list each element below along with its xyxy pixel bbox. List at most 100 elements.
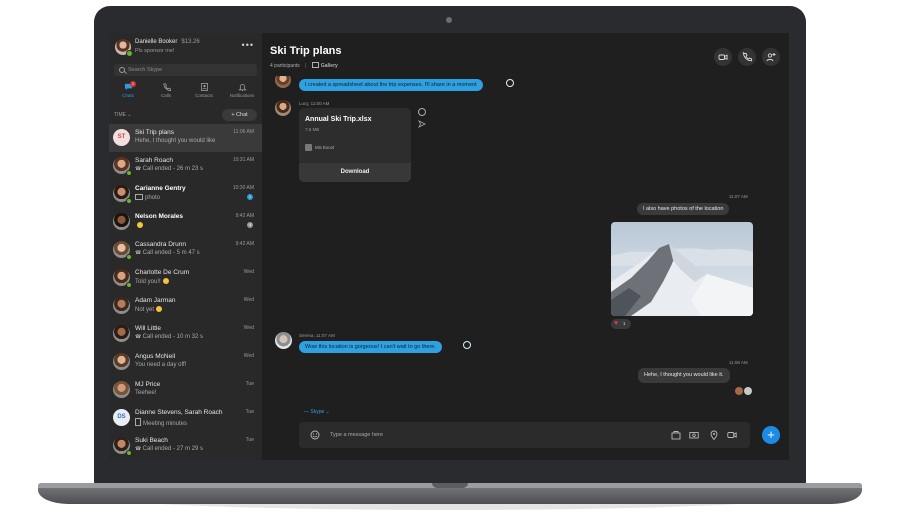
read-receipt-avatar: [744, 387, 752, 395]
chat-time: 9:42 AM: [235, 241, 254, 247]
nav-chats[interactable]: 1 Chats: [109, 81, 147, 102]
chat-name: Dianne Stevens, Sarah Roach: [135, 409, 223, 416]
chat-list-item[interactable]: Nelson Morales 9:42 AM 4: [109, 208, 262, 236]
sender-avatar[interactable]: [275, 332, 292, 349]
chat-preview-text: Not yet: [135, 307, 155, 313]
add-button[interactable]: +: [762, 426, 780, 444]
document-icon: [135, 418, 141, 426]
chat-time: 10:30 AM: [232, 185, 254, 191]
message-reaction-icon[interactable]: [506, 79, 514, 87]
chat-list-item[interactable]: Angus McNeil You need a day off! Wed: [109, 348, 262, 376]
chat-list-item[interactable]: Suki Beach ☎ Call ended - 27 m 29 s Tue: [109, 432, 262, 460]
presence-indicator: [126, 254, 132, 260]
download-button[interactable]: Download: [299, 163, 411, 182]
sort-dropdown[interactable]: TIME ⌄: [114, 112, 132, 118]
audio-call-button[interactable]: [738, 48, 756, 66]
presence-indicator: [126, 282, 132, 288]
send-via-selector[interactable]: — Skype ⌄: [304, 409, 330, 415]
chat-preview: Not yet: [135, 306, 163, 313]
emoji-react-icon[interactable]: [418, 108, 426, 116]
chat-time: Tue: [245, 437, 254, 443]
chat-preview-text: Call ended - 10 m 32 s: [142, 334, 203, 340]
participants-count[interactable]: 4 participants: [270, 63, 300, 69]
chat-preview: ☎ Call ended - 27 m 29 s: [135, 446, 203, 452]
profile-name-line: Danielle Booker $13.26: [135, 39, 200, 45]
sender-avatar[interactable]: [275, 100, 291, 116]
video-camera-icon: [718, 54, 728, 61]
location-icon[interactable]: [709, 430, 719, 440]
search-input[interactable]: [128, 64, 248, 76]
chat-time: 10:31 AM: [232, 157, 254, 163]
file-attachment[interactable]: Annual Ski Trip.xlsx 7,6 MB MS Excel Dow…: [299, 108, 411, 182]
send-money-icon[interactable]: [689, 430, 699, 440]
chat-avatar[interactable]: [113, 297, 130, 314]
sender-avatar[interactable]: [275, 76, 291, 88]
chat-avatar[interactable]: DS: [113, 409, 130, 426]
file-share-icon[interactable]: [671, 430, 681, 440]
chat-avatar[interactable]: ST: [113, 129, 130, 146]
shared-photo[interactable]: [611, 222, 753, 316]
chat-avatar[interactable]: [113, 213, 130, 230]
message-reaction-icon[interactable]: [463, 341, 471, 349]
chat-time: Tue: [245, 409, 254, 415]
contacts-icon: [200, 83, 208, 91]
call-ended-icon: ☎: [135, 446, 143, 452]
emoji-icon: [156, 306, 163, 312]
message-bubble[interactable]: Wow this location is gorgeous! I can't w…: [299, 341, 442, 353]
skype-window: Danielle Booker $13.26 Pls sponsor me! ••…: [109, 33, 789, 460]
chat-name: MJ Price: [135, 381, 161, 388]
more-options-icon[interactable]: •••: [242, 41, 254, 50]
message-bubble[interactable]: I also have photos of the location: [637, 203, 730, 215]
emoji-icon: [137, 222, 143, 228]
message-input[interactable]: [330, 429, 610, 441]
chat-name: Ski Trip plans: [135, 129, 175, 136]
chat-list-item[interactable]: DS Dianne Stevens, Sarah Roach Meeting min…: [109, 404, 262, 432]
chat-name: Suki Beach: [135, 437, 168, 444]
nav-contacts[interactable]: Contacts: [185, 82, 223, 102]
gallery-link[interactable]: Gallery: [311, 62, 338, 69]
sidebar: Danielle Booker $13.26 Pls sponsor me! ••…: [109, 33, 262, 460]
conversation-pane: Ski Trip plans 4 participants | Gallery …: [262, 33, 789, 460]
chat-list-item[interactable]: Carianne Gentry photo 10:30 AM 1: [109, 180, 262, 208]
call-ended-icon: ☎: [135, 334, 143, 340]
chat-avatar[interactable]: [113, 325, 130, 342]
chat-list-header: TIME ⌄ + Chat: [114, 109, 257, 121]
chat-list-item[interactable]: Sarah Roach ☎ Call ended - 26 m 23 s 10:31…: [109, 152, 262, 180]
chat-avatar[interactable]: [113, 381, 130, 398]
chat-list-item[interactable]: ST Ski Trip plans Hehe, I thought you woul…: [109, 124, 262, 152]
new-chat-button[interactable]: + Chat: [222, 109, 257, 121]
add-participant-button[interactable]: [762, 48, 780, 66]
message-meta: Lucy, 11:00 AM: [299, 101, 330, 106]
reaction-badge[interactable]: ♥ 1: [611, 319, 631, 329]
video-call-button[interactable]: [714, 48, 732, 66]
chat-preview: Teehee!: [135, 390, 156, 396]
nav-calls[interactable]: Calls: [147, 82, 185, 102]
chat-list-item[interactable]: Will Little ☎ Call ended - 10 m 32 s Wed: [109, 320, 262, 348]
nav-notifications-label: Notifications: [229, 93, 255, 98]
emoji-icon: [162, 278, 169, 284]
chat-list-item[interactable]: MJ Price Teehee! Tue: [109, 376, 262, 404]
message-bubble[interactable]: Hehe, I thought you would like it.: [638, 368, 730, 383]
chat-preview-text: Call ended - 26 m 23 s: [142, 166, 203, 172]
chat-time: Wed: [243, 353, 254, 359]
chat-time: Wed: [243, 325, 254, 331]
chat-avatar[interactable]: [113, 353, 130, 370]
chat-list-item[interactable]: Charlotte De Crum Told you!! Wed: [109, 264, 262, 292]
search-bar[interactable]: [114, 64, 257, 76]
profile-header[interactable]: Danielle Booker $13.26 Pls sponsor me! ••…: [115, 39, 256, 59]
chat-preview: Told you!!: [135, 278, 169, 285]
video-message-icon[interactable]: [727, 430, 737, 440]
chat-preview: photo: [135, 194, 160, 201]
chat-list-item[interactable]: Cassandra Drunn ☎ Call ended - 5 m 47 s 9:…: [109, 236, 262, 264]
chat-preview: You need a day off!: [135, 362, 186, 368]
main-nav: 1 Chats Calls Contacts Notifications: [109, 81, 262, 102]
forward-icon[interactable]: [418, 120, 426, 128]
nav-notifications[interactable]: Notifications: [223, 82, 261, 102]
chats-badge: 1: [130, 81, 136, 87]
message-bubble[interactable]: I created a spreadsheet about the trip e…: [299, 79, 483, 91]
chat-list-item[interactable]: Adam Jarman Not yet Wed: [109, 292, 262, 320]
profile-status: Pls sponsor me!: [135, 48, 175, 54]
bell-icon: [237, 83, 247, 91]
emoji-icon[interactable]: [310, 430, 320, 440]
conversation-title: Ski Trip plans: [270, 45, 342, 57]
